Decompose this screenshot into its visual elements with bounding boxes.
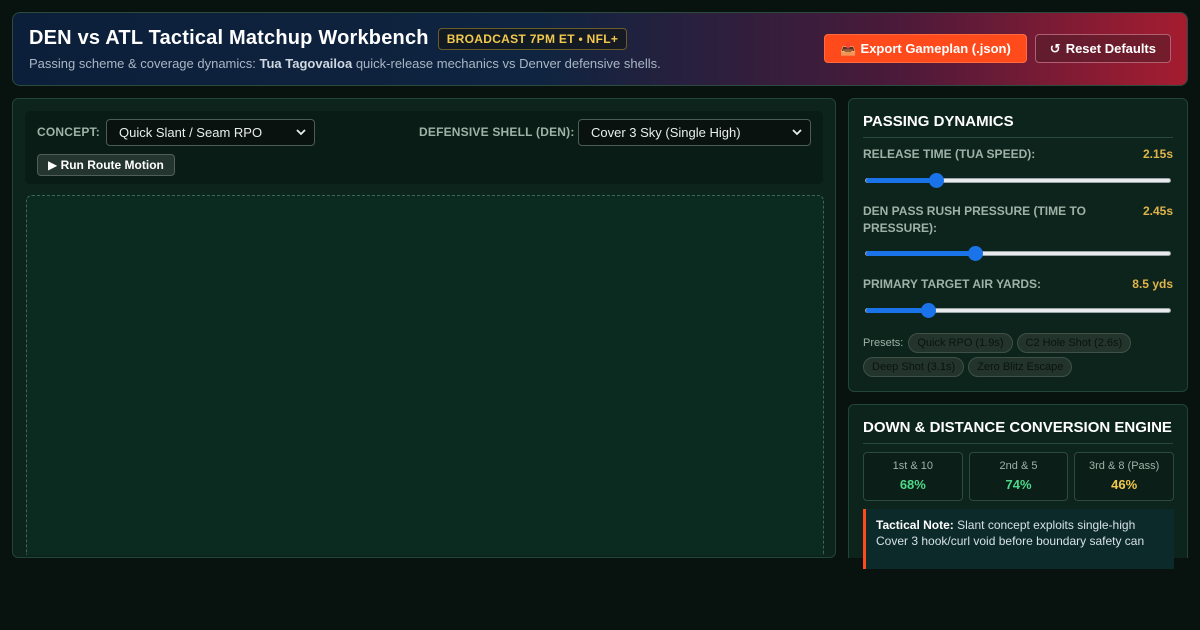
defensive-shell-select[interactable]: Cover 3 Sky (Single High) [578, 119, 811, 146]
conversion-engine-title: DOWN & DISTANCE CONVERSION ENGINE [863, 419, 1173, 444]
export-label: Export Gameplan (.json) [860, 41, 1011, 56]
stat-first-down: 1st & 10 68% [863, 452, 963, 501]
air-yards-label: PRIMARY TARGET AIR YARDS: [863, 277, 1042, 291]
preset-quick-rpo[interactable]: Quick RPO (1.9s) [908, 333, 1013, 353]
chevron-down-icon [296, 129, 306, 136]
pass-rush-label: DEN PASS RUSH PRESSURE (TIME TO PRESSURE… [863, 204, 1086, 235]
slider-thumb[interactable] [968, 246, 984, 261]
controls-bar: CONCEPT: Quick Slant / Seam RPO DEFENSIV… [25, 111, 823, 184]
presets-row: Presets: Quick RPO (1.9s) C2 Hole Shot (… [863, 333, 1179, 377]
chevron-down-icon [792, 129, 802, 136]
subtitle-player: Tua Tagovailoa [259, 56, 353, 71]
preset-c2-hole-shot[interactable]: C2 Hole Shot (2.6s) [1016, 333, 1132, 353]
conversion-engine-card: DOWN & DISTANCE CONVERSION ENGINE 1st & … [848, 404, 1188, 569]
stat-second-down: 2nd & 5 74% [968, 452, 1069, 501]
stat-label: 2nd & 5 [999, 460, 1038, 472]
air-yards-value: 8.5 yds [1132, 277, 1173, 291]
shell-label: DEFENSIVE SHELL (DEN): [419, 125, 575, 139]
pass-rush-value: 2.45s [1142, 204, 1173, 218]
air-yards-slider[interactable] [865, 303, 1171, 318]
tactical-note-label: Tactical Note: [876, 518, 954, 532]
release-time-slider[interactable] [865, 173, 1171, 188]
conversion-stats: 1st & 10 68% 2nd & 5 74% 3rd & 8 (Pass) … [863, 452, 1175, 501]
shell-select-value: Cover 3 Sky (Single High) [591, 125, 741, 140]
pass-rush-slider[interactable] [865, 246, 1171, 261]
header-banner: DEN vs ATL Tactical Matchup Workbench BR… [12, 12, 1188, 86]
slider-fill [866, 308, 929, 313]
stat-label: 1st & 10 [892, 460, 934, 472]
slider-thumb[interactable] [921, 303, 937, 318]
slider-thumb[interactable] [928, 173, 944, 188]
slider-fill [866, 251, 976, 256]
broadcast-badge: BROADCAST 7PM ET • NFL+ [437, 27, 628, 50]
stat-value: 74% [1005, 477, 1032, 492]
export-gameplan-button[interactable]: 📤 Export Gameplan (.json) [824, 34, 1027, 63]
release-time-value: 2.15s [1142, 147, 1173, 161]
field-panel: CONCEPT: Quick Slant / Seam RPO DEFENSIV… [12, 98, 836, 558]
passing-dynamics-title: PASSING DYNAMICS [863, 113, 1173, 138]
concept-select[interactable]: Quick Slant / Seam RPO [106, 119, 315, 146]
preset-zero-blitz-escape[interactable]: Zero Blitz Escape [968, 357, 1073, 377]
concept-label: CONCEPT: [37, 125, 100, 139]
reset-defaults-button[interactable]: ↺ Reset Defaults [1034, 34, 1171, 63]
stat-label: 3rd & 8 (Pass) [1089, 460, 1160, 472]
slider-fill [866, 178, 936, 183]
run-route-motion-button[interactable]: ▶ Run Route Motion [37, 154, 175, 176]
stat-third-down: 3rd & 8 (Pass) 46% [1074, 452, 1175, 501]
stat-value: 68% [899, 477, 926, 492]
presets-label: Presets: [863, 337, 904, 349]
passing-dynamics-card: PASSING DYNAMICS RELEASE TIME (TUA SPEED… [848, 98, 1188, 392]
reset-label: Reset Defaults [1065, 41, 1156, 56]
reset-icon: ↺ [1049, 40, 1061, 56]
subtitle-suffix: quick-release mechanics vs Denver defens… [352, 56, 661, 71]
stat-value: 46% [1111, 477, 1138, 492]
tactical-note: Tactical Note: Slant concept exploits si… [863, 509, 1174, 569]
subtitle-prefix: Passing scheme & coverage dynamics: [29, 56, 260, 71]
export-icon: 📤 [840, 40, 857, 56]
concept-select-value: Quick Slant / Seam RPO [119, 125, 263, 140]
preset-deep-shot[interactable]: Deep Shot (3.1s) [863, 357, 965, 377]
release-time-label: RELEASE TIME (TUA SPEED): [863, 147, 1036, 161]
field-canvas[interactable] [26, 195, 824, 555]
page-title: DEN vs ATL Tactical Matchup Workbench [29, 27, 429, 49]
